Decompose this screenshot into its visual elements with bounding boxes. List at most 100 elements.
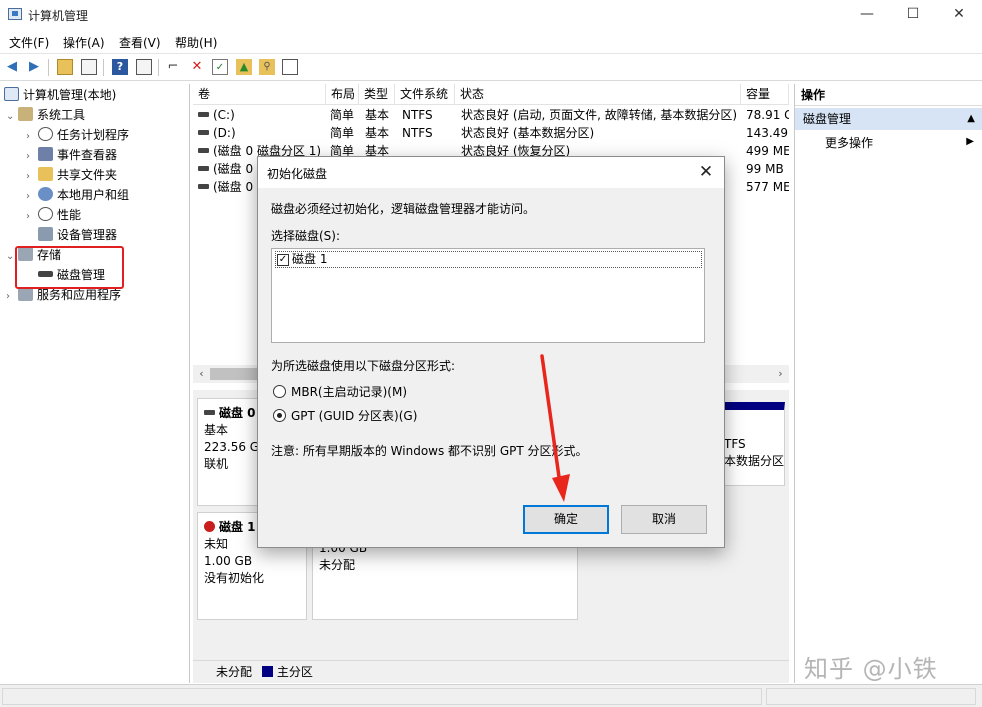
disk-error-icon [204,521,215,532]
close-button[interactable]: ✕ [936,0,982,30]
volume-name-text: (D:) [213,126,236,140]
volume-row[interactable]: (C:) 简单 基本 NTFS 状态良好 (启动, 页面文件, 故障转储, 基本… [193,106,789,124]
check-icon[interactable]: ✓ [212,59,228,75]
tree-item-root[interactable]: 计算机管理(本地) [4,85,116,105]
drive-icon [204,410,215,415]
tree-item-shared-folders[interactable]: › 共享文件夹 [26,165,117,185]
up-folder-icon[interactable] [57,59,73,75]
volume-status: 状态良好 (启动, 页面文件, 故障转储, 基本数据分区) [461,108,738,122]
tree-item-event-viewer[interactable]: › 事件查看器 [26,145,117,165]
title-bar: 计算机管理 — ☐ ✕ [0,0,982,30]
chevron-right-icon[interactable]: › [26,147,38,167]
minimize-button[interactable]: — [844,0,890,30]
menu-view[interactable]: 查看(V) [119,34,161,51]
performance-icon [38,207,53,221]
mbr-radio[interactable] [273,385,286,398]
column-type[interactable]: 类型 [359,84,395,105]
volume-row[interactable]: (D:) 简单 基本 NTFS 状态良好 (基本数据分区) 143.49 [193,124,789,142]
delete-icon[interactable]: ✕ [189,59,205,75]
chevron-right-icon[interactable]: › [26,127,38,147]
tree-item-label: 性能 [57,208,82,222]
toolbar-separator [48,59,49,76]
chevron-right-icon[interactable]: › [26,207,38,227]
menu-action[interactable]: 操作(A) [63,34,105,51]
gpt-radio[interactable] [273,409,286,422]
disk-name: 磁盘 1 [219,520,256,534]
column-volume[interactable]: 卷 [193,84,326,105]
export-icon[interactable]: ▲ [236,59,252,75]
column-file-system[interactable]: 文件系统 [395,84,455,105]
back-icon[interactable]: ◀ [4,59,20,75]
drive-icon [198,112,209,117]
submenu-arrow-icon[interactable]: ▶ [966,136,974,147]
dialog-close-button[interactable]: ✕ [692,159,720,185]
partition-status: 本数据分区 [724,454,785,468]
actions-pane: 操作 磁盘管理 ▲ 更多操作 ▶ [794,84,982,683]
volume-list-header: 卷 布局 类型 文件系统 状态 容量 [193,84,789,105]
forward-icon[interactable]: ▶ [26,59,42,75]
gpt-radio-option[interactable]: GPT (GUID 分区表)(G) [273,407,417,425]
menu-help[interactable]: 帮助(H) [175,34,217,51]
tree-item-device-manager[interactable]: 设备管理器 [38,225,117,245]
tree-item-label: 共享文件夹 [57,168,118,182]
chevron-right-icon[interactable]: › [6,287,18,307]
volume-capacity: 499 ME [746,144,789,158]
toolbar-separator [103,59,104,76]
tree-item-label: 事件查看器 [57,148,118,162]
legend: 未分配 主分区 [193,660,789,683]
help-icon[interactable]: ? [112,59,128,75]
chevron-right-icon[interactable]: › [26,167,38,187]
tree-item-system-tools[interactable]: ⌄ 系统工具 [6,105,85,125]
shared-folder-icon [38,167,53,181]
tree-item-label: 计算机管理(本地) [23,88,117,102]
arrow-shaft [540,354,562,486]
window-title: 计算机管理 [28,9,89,23]
volume-fs: NTFS [402,126,433,140]
tree-item-label: 系统工具 [37,108,86,122]
search-icon[interactable]: ⚲ [259,59,275,75]
list-view-icon[interactable] [282,59,298,75]
tree-item-local-users[interactable]: › 本地用户和组 [26,185,129,205]
disk-0-partition[interactable]: TFS 本数据分区 [717,402,785,486]
properties-pane-icon[interactable] [136,59,152,75]
chevron-down-icon[interactable]: ⌄ [6,107,18,127]
scroll-right-icon[interactable]: › [772,365,789,383]
maximize-button[interactable]: ☐ [890,0,936,30]
disk-checkbox[interactable]: ✓ [277,254,289,266]
dialog-message: 磁盘必须经过初始化，逻辑磁盘管理器才能访问。 [271,202,536,216]
services-icon [18,287,33,301]
column-layout[interactable]: 布局 [326,84,359,105]
show-hide-tree-icon[interactable] [81,59,97,75]
volume-capacity: 577 ME [746,180,789,194]
more-actions-item[interactable]: 更多操作 [825,133,873,153]
column-capacity[interactable]: 容量 [741,84,789,105]
mbr-radio-option[interactable]: MBR(主启动记录)(M) [273,383,407,401]
menu-file[interactable]: 文件(F) [9,34,49,51]
legend-unallocated: 未分配 [216,665,253,679]
chevron-right-icon[interactable]: › [26,187,38,207]
computer-icon [4,87,19,101]
tree-item-label: 本地用户和组 [57,188,130,202]
menu-bar: 文件(F) 操作(A) 查看(V) 帮助(H) [0,30,982,52]
tree-item-performance[interactable]: › 性能 [26,205,81,225]
legend-primary: 主分区 [276,665,313,679]
disk-list[interactable]: ✓ 磁盘 1 [271,248,705,343]
drive-icon [198,184,209,189]
disk-list-item[interactable]: ✓ 磁盘 1 [275,251,702,268]
volume-fs: NTFS [402,108,433,122]
column-status[interactable]: 状态 [455,84,741,105]
status-cell [2,688,762,705]
volume-capacity: 143.49 [746,126,788,140]
scroll-left-icon[interactable]: ‹ [193,365,210,383]
tree-item-label: 服务和应用程序 [37,288,122,302]
tree-item-task-scheduler[interactable]: › 任务计划程序 [26,125,129,145]
status-cell [766,688,976,705]
actions-disk-management[interactable]: 磁盘管理 ▲ [795,108,982,130]
clock-icon [38,127,53,141]
connect-icon[interactable]: ⌐ [165,59,181,75]
disk-size: 1.00 GB [204,554,253,568]
cancel-button[interactable]: 取消 [621,505,707,534]
status-bar [0,684,982,707]
collapse-icon[interactable]: ▲ [967,108,975,130]
dialog-title: 初始化磁盘 [267,167,328,181]
